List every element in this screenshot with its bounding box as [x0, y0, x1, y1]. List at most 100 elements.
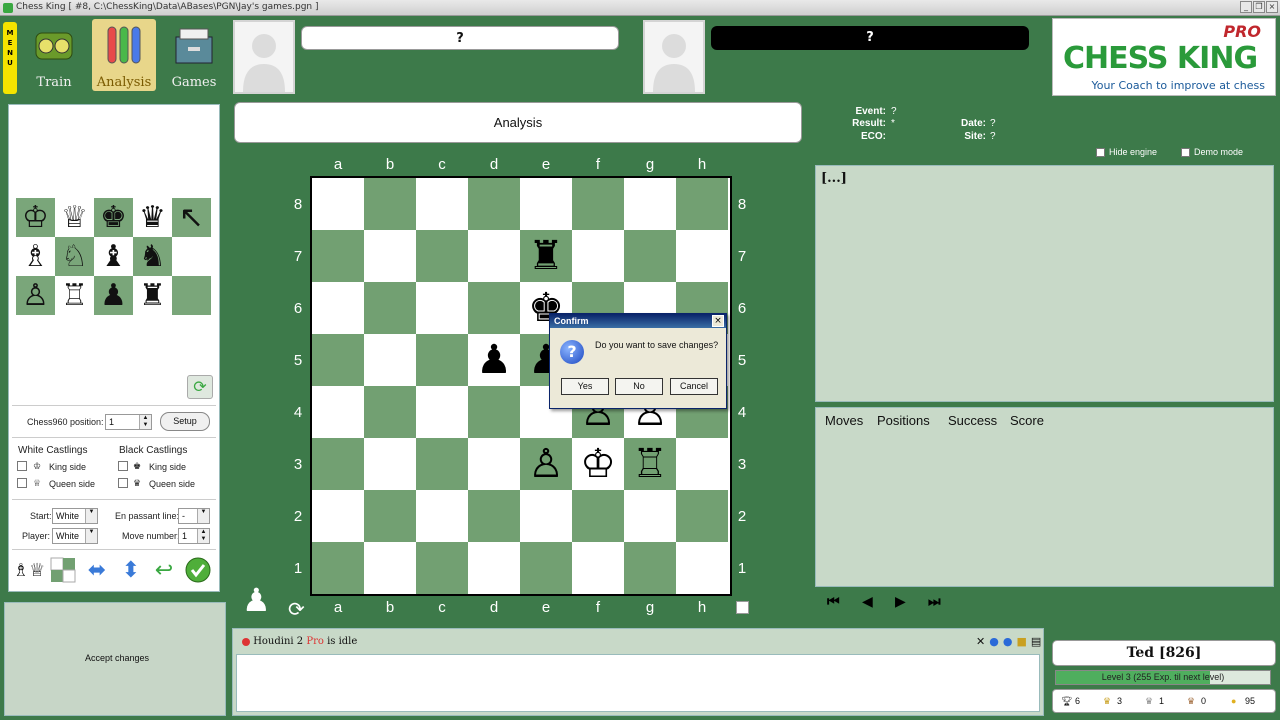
- black-king-side-checkbox[interactable]: [118, 461, 128, 471]
- square-d4[interactable]: [468, 386, 520, 438]
- square-a5[interactable]: [312, 334, 364, 386]
- square-d6[interactable]: [468, 282, 520, 334]
- restore-button[interactable]: ❐: [1253, 1, 1265, 13]
- undo-button[interactable]: ↩: [150, 556, 178, 584]
- black-queen-side-checkbox[interactable]: [118, 478, 128, 488]
- tree-header-score[interactable]: Score: [1010, 413, 1044, 428]
- square-b5[interactable]: [364, 334, 416, 386]
- piece-e7[interactable]: ♜: [528, 236, 564, 276]
- tools-icon[interactable]: ✕: [976, 635, 985, 648]
- palette-cell[interactable]: ♛: [133, 198, 172, 237]
- square-a8[interactable]: [312, 178, 364, 230]
- dialog-close-icon[interactable]: ×: [712, 315, 724, 327]
- hide-engine-checkbox[interactable]: [1096, 148, 1105, 157]
- square-f2[interactable]: [572, 490, 624, 542]
- next-move-button[interactable]: ▶: [895, 594, 906, 610]
- palette-cell[interactable]: ♘: [55, 237, 94, 276]
- square-c2[interactable]: [416, 490, 468, 542]
- tree-header-moves[interactable]: Moves: [825, 413, 863, 428]
- square-f8[interactable]: [572, 178, 624, 230]
- square-d7[interactable]: [468, 230, 520, 282]
- opening-tree-panel[interactable]: Moves Positions Success Score: [815, 407, 1274, 587]
- player-select[interactable]: White ▼: [52, 528, 98, 544]
- square-b6[interactable]: [364, 282, 416, 334]
- lock-icon[interactable]: ■: [1016, 635, 1026, 648]
- square-c8[interactable]: [416, 178, 468, 230]
- piece-g3[interactable]: ♖: [632, 444, 668, 484]
- square-c6[interactable]: [416, 282, 468, 334]
- tree-header-positions[interactable]: Positions: [877, 413, 930, 428]
- palette-cell[interactable]: ♚: [94, 198, 133, 237]
- palette-cell[interactable]: [172, 276, 211, 315]
- square-d1[interactable]: [468, 542, 520, 594]
- square-b1[interactable]: [364, 542, 416, 594]
- minimize-button[interactable]: _: [1240, 1, 1252, 13]
- square-a1[interactable]: [312, 542, 364, 594]
- square-h7[interactable]: [676, 230, 728, 282]
- square-a4[interactable]: [312, 386, 364, 438]
- white-king-side-checkbox[interactable]: [17, 461, 27, 471]
- site-value[interactable]: ?: [990, 131, 996, 142]
- tree-header-success[interactable]: Success: [948, 413, 997, 428]
- palette-cell[interactable]: ♟: [94, 276, 133, 315]
- square-g7[interactable]: [624, 230, 676, 282]
- settings-icon[interactable]: ▤: [1031, 635, 1041, 648]
- square-b7[interactable]: [364, 230, 416, 282]
- initial-position-button[interactable]: ♗♕: [13, 556, 45, 584]
- square-b3[interactable]: [364, 438, 416, 490]
- square-b4[interactable]: [364, 386, 416, 438]
- square-e8[interactable]: [520, 178, 572, 230]
- square-h1[interactable]: [676, 542, 728, 594]
- square-e1[interactable]: [520, 542, 572, 594]
- square-d2[interactable]: [468, 490, 520, 542]
- info-icon[interactable]: ●: [1003, 635, 1013, 648]
- piece-e3[interactable]: ♙: [528, 444, 564, 484]
- spin-arrows-icon[interactable]: ▲ ▼: [197, 529, 209, 543]
- white-player-name[interactable]: ?: [301, 26, 619, 50]
- result-value[interactable]: *: [891, 118, 895, 129]
- setup-button[interactable]: Setup: [160, 412, 210, 431]
- square-a7[interactable]: [312, 230, 364, 282]
- refresh-button[interactable]: ⟳: [187, 375, 213, 399]
- palette-cell[interactable]: ♖: [55, 276, 94, 315]
- move-number-input[interactable]: 1 ▲ ▼: [178, 528, 210, 544]
- nav-train-button[interactable]: Train: [22, 19, 86, 91]
- palette-cell[interactable]: ♕: [55, 198, 94, 237]
- square-a6[interactable]: [312, 282, 364, 334]
- palette-cell[interactable]: [172, 237, 211, 276]
- close-window-button[interactable]: ×: [1266, 1, 1278, 13]
- demo-mode-checkbox[interactable]: [1181, 148, 1190, 157]
- square-g2[interactable]: [624, 490, 676, 542]
- start-select[interactable]: White ▼: [52, 508, 98, 524]
- clear-board-button[interactable]: [49, 556, 77, 584]
- square-b8[interactable]: [364, 178, 416, 230]
- palette-cell[interactable]: ♜: [133, 276, 172, 315]
- piece-d5[interactable]: ♟: [476, 340, 512, 380]
- palette-cell[interactable]: ♙: [16, 276, 55, 315]
- spin-arrows-icon[interactable]: ▲ ▼: [139, 415, 151, 429]
- chess960-input[interactable]: 1 ▲ ▼: [105, 414, 152, 430]
- nav-analysis-button[interactable]: Analysis: [92, 19, 156, 91]
- square-g8[interactable]: [624, 178, 676, 230]
- palette-cell[interactable]: ♗: [16, 237, 55, 276]
- flip-board-button[interactable]: ⟳: [288, 597, 305, 621]
- no-button[interactable]: No: [615, 378, 663, 395]
- palette-cell[interactable]: ♔: [16, 198, 55, 237]
- en-passant-select[interactable]: - ▼: [178, 508, 210, 524]
- square-c4[interactable]: [416, 386, 468, 438]
- square-e2[interactable]: [520, 490, 572, 542]
- cancel-button[interactable]: Cancel: [670, 378, 718, 395]
- piece-f3[interactable]: ♔: [580, 444, 616, 484]
- square-a3[interactable]: [312, 438, 364, 490]
- palette-cell[interactable]: ♞: [133, 237, 172, 276]
- menu-tab[interactable]: MENU: [3, 22, 17, 94]
- square-f7[interactable]: [572, 230, 624, 282]
- flip-horizontal-button[interactable]: ⬌: [83, 556, 111, 584]
- palette-cell[interactable]: ↖: [172, 198, 211, 237]
- square-c7[interactable]: [416, 230, 468, 282]
- square-h8[interactable]: [676, 178, 728, 230]
- flip-vertical-button[interactable]: ⬍: [117, 556, 145, 584]
- square-d3[interactable]: [468, 438, 520, 490]
- prev-move-button[interactable]: ◀: [862, 594, 873, 610]
- white-queen-side-checkbox[interactable]: [17, 478, 27, 488]
